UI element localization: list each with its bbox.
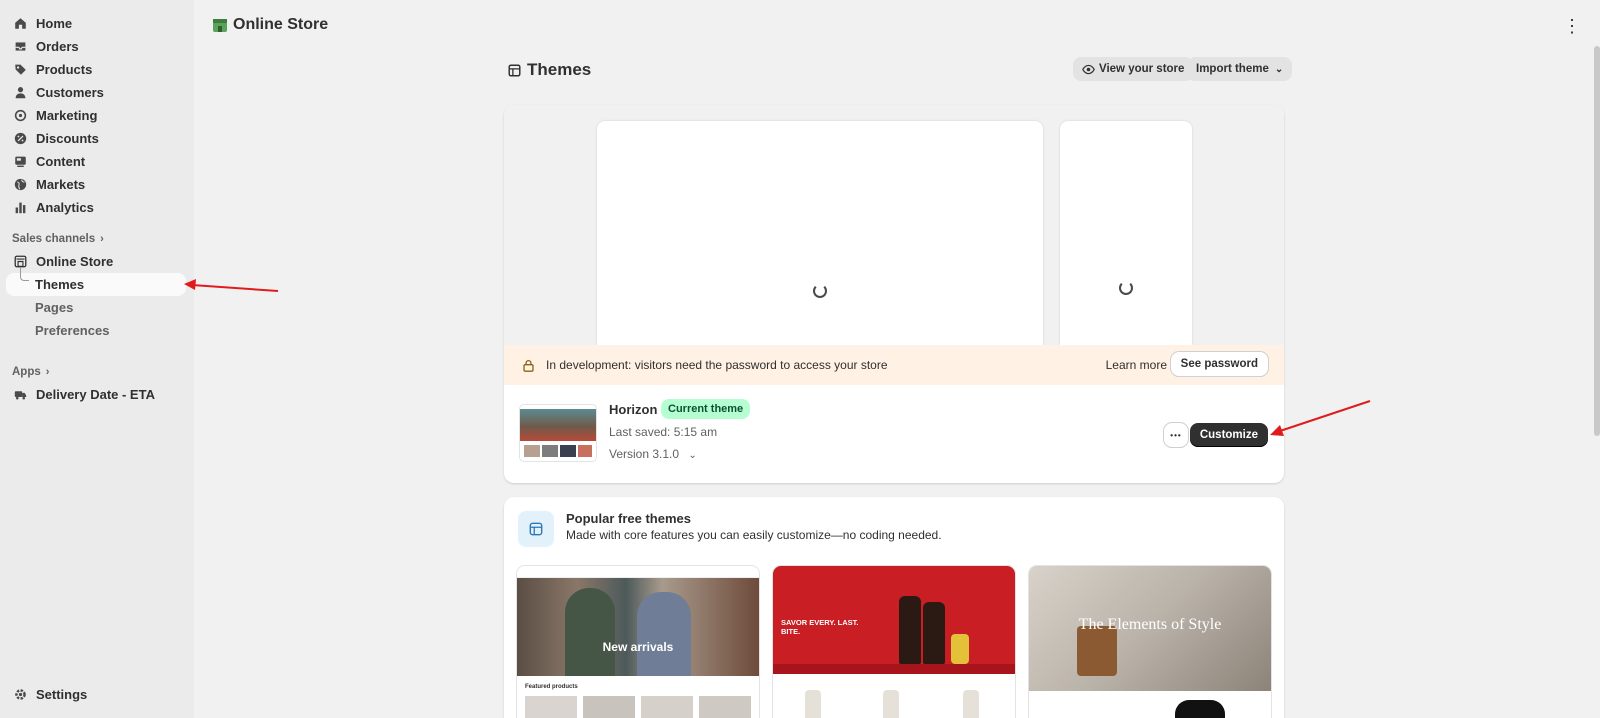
sidebar-item-online-store[interactable]: Online Store [0,250,194,273]
page-title-text: Themes [527,60,592,79]
see-password-label: See password [1180,358,1258,370]
sidebar-item-label: Customers [36,85,104,100]
globe-icon [14,178,27,191]
theme-preview-card-savor[interactable]: SAVOR EVERY. LAST. BITE. [773,566,1015,718]
page-scrollbar[interactable] [1594,46,1600,436]
tree-connector [20,267,29,281]
sidebar-item-analytics[interactable]: Analytics [0,196,194,219]
gear-icon [14,688,27,701]
learn-more-link[interactable]: Learn more [1106,358,1167,372]
content-icon [14,155,27,168]
sidebar-item-home[interactable]: Home [0,12,194,35]
import-theme-label: Import theme [1196,63,1269,75]
theme-name: Horizon [609,402,658,417]
apps-label: Apps [12,365,41,378]
orders-icon [14,40,27,53]
theme-icon [508,63,521,77]
sidebar-item-content[interactable]: Content [0,150,194,173]
sidebar-item-marketing[interactable]: Marketing [0,104,194,127]
see-password-button[interactable]: See password [1170,352,1268,376]
truck-icon [14,388,27,401]
bar-chart-icon [14,201,27,214]
current-theme-card: In development: visitors need the passwo… [504,105,1284,483]
mobile-preview-frame[interactable] [1060,121,1192,345]
current-theme-badge: Current theme [661,399,751,419]
sidebar-item-label: Settings [36,687,88,702]
chevron-right-icon: › [45,365,50,378]
theme-card-headline: New arrivals [602,640,674,654]
sidebar-subitem-label: Pages [35,300,74,315]
sidebar-subitem-pages[interactable]: Pages [0,296,194,319]
sidebar-item-discounts[interactable]: Discounts [0,127,194,150]
sidebar-item-label: Markets [36,177,86,192]
loading-spinner-icon [1119,281,1133,295]
sidebar-item-label: Online Store [36,254,114,269]
home-icon [14,17,27,30]
loading-spinner-icon [813,284,827,298]
sidebar-subitem-preferences[interactable]: Preferences [0,319,194,342]
person-icon [14,86,27,99]
popular-themes-subtitle: Made with core features you can easily c… [566,528,942,542]
target-icon [14,109,27,122]
ellipsis-icon: ••• [1170,430,1182,440]
theme-thumbnail [520,405,596,461]
theme-preview-card-atelier[interactable]: The Elements of Style [1029,566,1271,718]
customize-label: Customize [1199,429,1258,441]
sidebar-item-products[interactable]: Products [0,58,194,81]
sidebar-item-label: Home [36,16,73,31]
sidebar-item-label: Content [36,154,86,169]
chevron-right-icon: › [100,232,104,245]
online-store-app-icon [213,19,227,32]
popular-themes-card: Popular free themes Made with core featu… [504,497,1284,718]
sidebar-item-label: Marketing [36,108,98,123]
theme-preview-area [504,105,1284,345]
theme-card-headline: SAVOR EVERY. LAST. BITE. [781,618,859,636]
theme-card-subheading: Featured products [525,684,578,690]
sidebar-item-customers[interactable]: Customers [0,81,194,104]
chevron-down-icon: ⌄ [1274,63,1284,75]
development-banner: In development: visitors need the passwo… [504,345,1284,385]
tag-icon [14,63,27,76]
sidebar-item-settings[interactable]: Settings [0,683,194,706]
sidebar-item-label: Delivery Date - ETA [36,387,155,402]
topbar-title: Online Store [212,16,328,34]
chevron-down-icon: ⌄ [688,450,697,461]
sidebar-item-orders[interactable]: Orders [0,35,194,58]
customize-button[interactable]: Customize [1189,423,1268,447]
version-dropdown[interactable]: Version 3.1.0 ⌄ [609,447,697,461]
theme-actions-button[interactable]: ••• [1164,423,1188,447]
sidebar-item-label: Analytics [36,200,94,215]
popular-themes-title: Popular free themes [566,511,691,526]
page-title: Themes [508,60,591,80]
sidebar-item-delivery-date-app[interactable]: Delivery Date - ETA [0,383,194,406]
discount-icon [14,132,27,145]
import-theme-button[interactable]: Import theme ⌄ [1187,57,1293,81]
sidebar-subitem-themes[interactable]: Themes [6,267,186,296]
last-saved-text: Last saved: 5:15 am [609,425,718,439]
sidebar-subitem-label: Themes [35,277,85,292]
desktop-preview-frame[interactable] [597,121,1043,345]
more-actions-icon[interactable]: ⋮ [1563,16,1582,37]
sidebar-item-label: Products [36,62,93,77]
topbar-title-text: Online Store [233,16,329,33]
sidebar: Home Orders Products Customers Marketing… [0,0,194,718]
sidebar-item-label: Orders [36,39,79,54]
annotation-arrow-themes [184,279,279,292]
lock-icon [523,359,534,372]
sales-channels-label: Sales channels [12,232,96,245]
sales-channels-heading[interactable]: Sales channels › [0,227,194,250]
theme-preview-card-horizon[interactable]: New arrivals Featured products [517,566,759,718]
sidebar-subitem-label: Preferences [35,323,110,338]
version-text: Version 3.1.0 [609,447,680,461]
apps-heading[interactable]: Apps › [0,360,194,383]
sidebar-item-markets[interactable]: Markets [0,173,194,196]
sidebar-item-label: Discounts [36,131,99,146]
view-store-label: View your store [1099,63,1185,75]
development-banner-text: In development: visitors need the passwo… [546,358,888,372]
eye-icon [1082,64,1095,74]
theme-card-headline: The Elements of Style [1078,616,1222,633]
theme-store-icon [518,511,554,547]
view-store-button[interactable]: View your store [1073,57,1194,81]
